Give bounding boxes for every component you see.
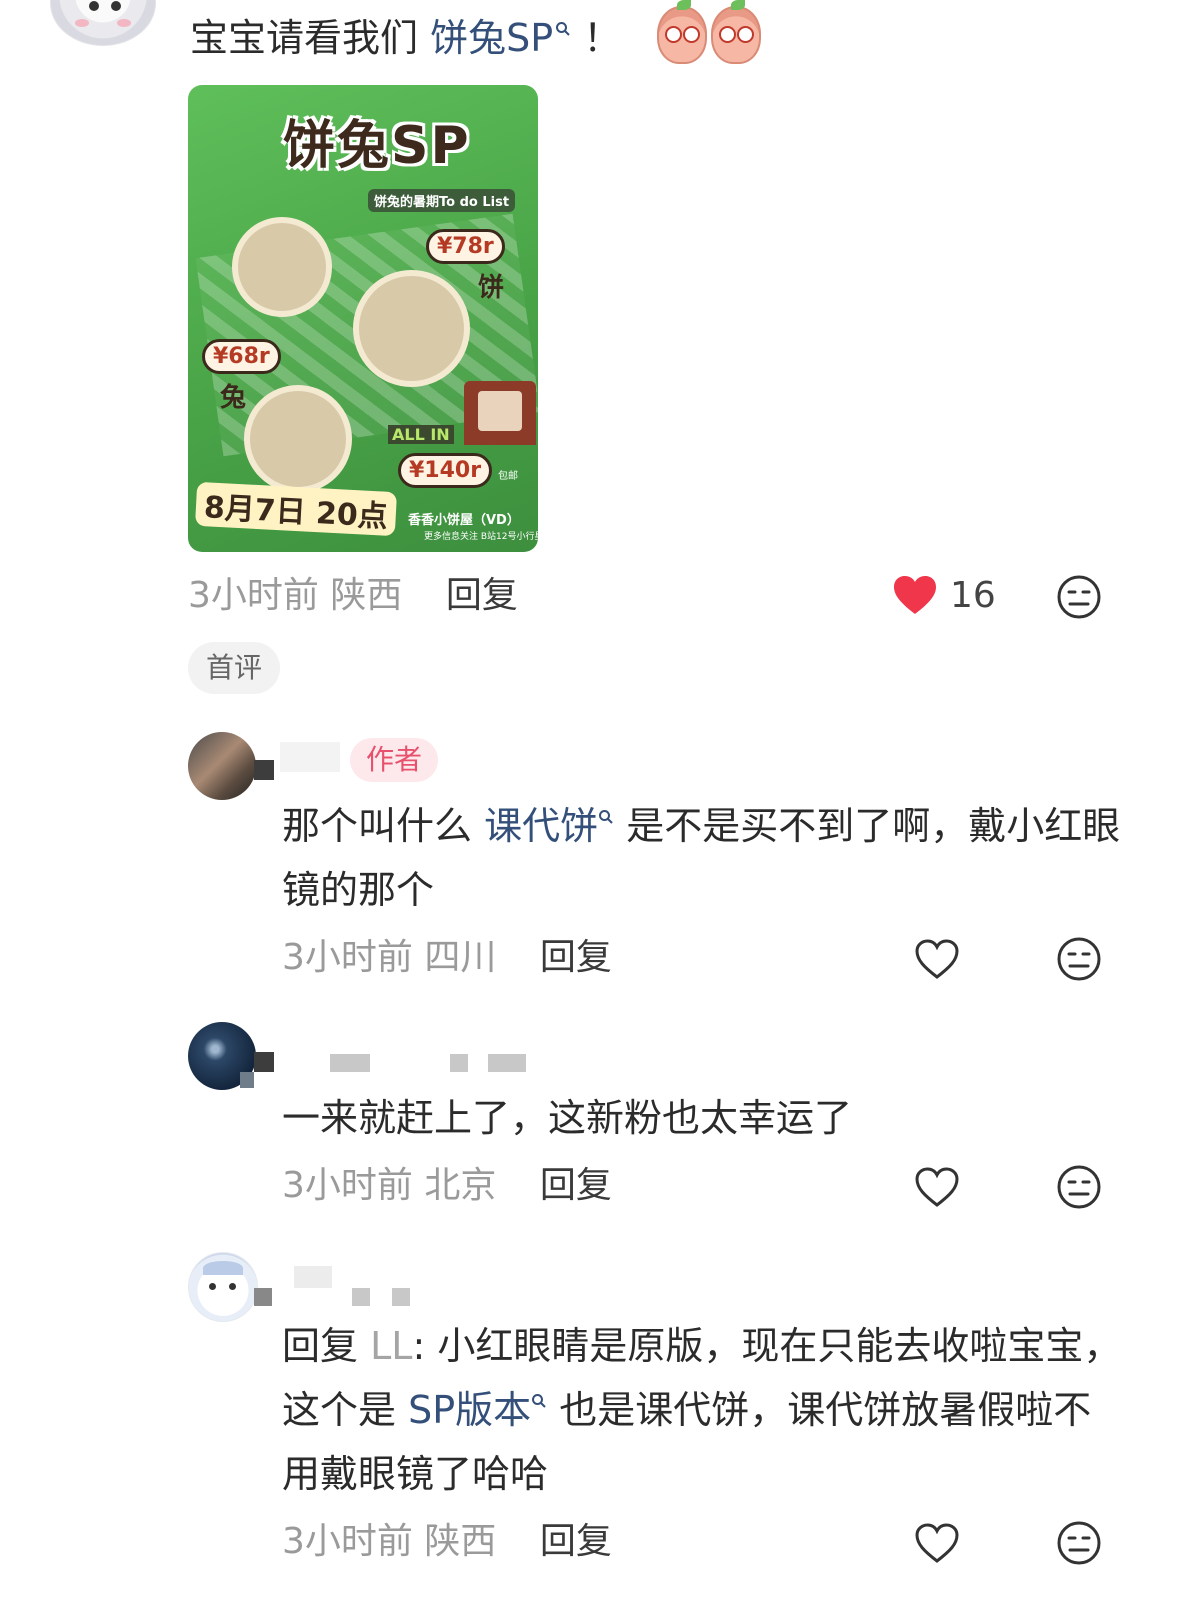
image-subtitle: 饼兔的暑期To do List <box>368 189 516 212</box>
post-text-prefix: 宝宝请看我们 <box>190 16 419 60</box>
comment-text-prefix: 那个叫什么 <box>282 804 473 848</box>
reply-button[interactable]: 回复 <box>446 575 518 616</box>
char-label: 饼 <box>478 273 505 303</box>
topic-link[interactable]: 饼兔SP <box>430 16 571 60</box>
image-title: 饼兔SP <box>283 116 471 176</box>
first-comment-badge: 首评 <box>188 642 281 694</box>
peach-emoji-pair <box>655 0 765 64</box>
like-button[interactable]: 16 <box>892 574 996 616</box>
all-in-label: ALL IN <box>388 425 454 444</box>
comment-thread: 宝宝请看我们 饼兔SP ！ 饼兔SP 饼兔的暑期To do List ¥78r … <box>0 0 1179 1608</box>
avatar[interactable] <box>50 0 156 46</box>
heart-icon[interactable] <box>914 938 960 980</box>
comment-text-suffix: 也是课代饼，课代饼放暑假啦不用戴眼镜了哈哈 <box>282 1388 1092 1496</box>
price-tag: ¥78r <box>426 229 505 264</box>
shop-note: 更多信息关注 B站12号小行星 <box>424 532 538 542</box>
comment-text: 一来就赶上了，这新粉也太幸运了 <box>282 1096 853 1140</box>
peach-emoji-icon <box>657 0 707 64</box>
post-text: 宝宝请看我们 饼兔SP ！ <box>190 10 621 66</box>
comment-location: 北京 <box>424 1165 497 1206</box>
post-text-suffix: ！ <box>583 16 622 60</box>
reply-target-name[interactable]: LL <box>370 1324 412 1368</box>
date-label: 8月7日 20点 <box>194 481 397 537</box>
search-superscript-icon <box>556 22 570 37</box>
post-location: 陕西 <box>330 575 403 616</box>
topic-link-label: 饼兔SP <box>430 16 554 60</box>
baoyou-label: 包邮 <box>498 471 518 482</box>
comment-text: 回复 LL: 小红眼睛是原版，现在只能去收啦宝宝，这个是 SP版本 也是课代饼，… <box>282 1314 1122 1506</box>
author-tag: 作者 <box>350 738 439 782</box>
like-count: 16 <box>950 574 996 616</box>
price-tag: ¥68r <box>202 339 281 374</box>
comment-location: 四川 <box>424 937 497 978</box>
reply-button[interactable]: 回复 <box>540 1165 612 1206</box>
topic-link-label: 课代饼 <box>484 804 599 848</box>
neutral-face-icon[interactable] <box>1056 1520 1102 1566</box>
post-image[interactable]: 饼兔SP 饼兔的暑期To do List ¥78r ¥68r ¥140r 饼 兔… <box>188 85 538 552</box>
heart-icon <box>894 576 936 614</box>
comment-meta: 3小时前 北京 回复 <box>282 1162 612 1210</box>
comment-time: 3小时前 <box>282 937 413 978</box>
comment-meta: 3小时前 陕西 回复 <box>282 1518 612 1566</box>
post-time: 3小时前 <box>188 575 319 616</box>
post-meta: 3小时前 陕西 回复 <box>188 572 518 620</box>
topic-link[interactable]: 课代饼 <box>484 804 614 848</box>
reply-button[interactable]: 回复 <box>540 1521 612 1562</box>
neutral-face-icon[interactable] <box>1056 1164 1102 1210</box>
char-label: 兔 <box>220 383 247 413</box>
comment-time: 3小时前 <box>282 1165 413 1206</box>
avatar[interactable] <box>188 732 256 800</box>
peach-emoji-icon <box>711 0 761 64</box>
neutral-face-icon[interactable] <box>1056 936 1102 982</box>
avatar[interactable] <box>188 1252 258 1322</box>
comment-text: 那个叫什么 课代饼 是不是买不到了啊，戴小红眼镜的那个 <box>282 794 1122 922</box>
reply-button[interactable]: 回复 <box>540 937 612 978</box>
topic-link[interactable]: SP版本 <box>408 1388 547 1432</box>
topic-link-label: SP版本 <box>408 1388 532 1432</box>
search-superscript-icon <box>532 1394 546 1409</box>
reply-prefix: 回复 <box>282 1324 359 1368</box>
comment-location: 陕西 <box>424 1521 497 1562</box>
comment-time: 3小时前 <box>282 1521 413 1562</box>
heart-icon[interactable] <box>914 1166 960 1208</box>
shop-label: 香香小饼屋（VD） <box>408 513 520 528</box>
price-tag: ¥140r <box>398 453 493 488</box>
neutral-face-icon[interactable] <box>1056 574 1102 620</box>
search-superscript-icon <box>599 810 613 825</box>
comment-meta: 3小时前 四川 回复 <box>282 934 612 982</box>
heart-icon[interactable] <box>914 1522 960 1564</box>
